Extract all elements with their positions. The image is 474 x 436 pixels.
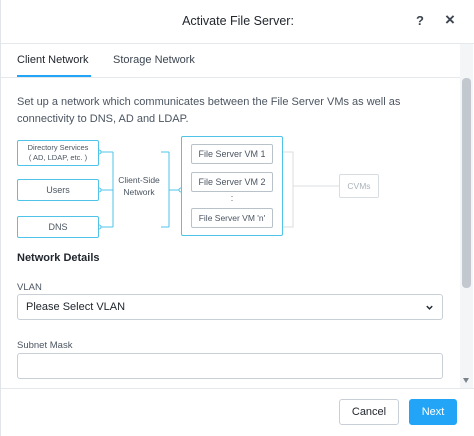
dialog-header: Activate File Server: ? × (1, 0, 474, 44)
cvms-box: CVMs (339, 174, 379, 198)
content-scrollbar[interactable] (460, 44, 473, 388)
file-server-vm-1: File Server VM 1 (191, 144, 273, 164)
dns-box: DNS (17, 216, 99, 238)
file-server-vm-2: File Server VM 2 (191, 172, 273, 192)
tab-client-network[interactable]: Client Network (17, 54, 89, 66)
users-box: Users (17, 179, 99, 201)
help-icon[interactable]: ? (416, 13, 424, 28)
network-diagram: Directory Services ( AD, LDAP, etc. ) Us… (1, 78, 459, 248)
vm-ellipsis: : (230, 193, 234, 203)
cancel-button[interactable]: Cancel (339, 399, 399, 425)
client-side-network-label: Client-Side Network (118, 175, 160, 197)
network-details-title: Network Details (17, 252, 100, 264)
chevron-down-icon (426, 305, 433, 310)
subnet-mask-label: Subnet Mask (17, 340, 73, 351)
vlan-select-value: Please Select VLAN (26, 301, 126, 313)
tab-storage-network[interactable]: Storage Network (113, 54, 195, 66)
directory-services-box: Directory Services ( AD, LDAP, etc. ) (17, 140, 99, 166)
scrollbar-thumb[interactable] (462, 78, 471, 288)
scroll-down-arrow-icon[interactable] (463, 378, 469, 383)
vlan-label: VLAN (17, 282, 42, 293)
file-server-vm-n: File Server VM 'n' (191, 208, 273, 228)
vlan-select[interactable]: Please Select VLAN (17, 294, 443, 320)
next-button[interactable]: Next (409, 399, 457, 425)
dialog-footer: Cancel Next (1, 388, 474, 436)
dialog-title: Activate File Server: (182, 14, 294, 28)
tab-bar: Client Network Storage Network (1, 44, 461, 78)
dialog-content: Set up a network which communicates betw… (1, 78, 459, 388)
subnet-mask-input[interactable] (17, 353, 443, 379)
activate-file-server-dialog: Activate File Server: ? × Client Network… (0, 0, 474, 436)
close-icon[interactable]: × (445, 10, 455, 30)
active-tab-indicator (17, 75, 91, 77)
